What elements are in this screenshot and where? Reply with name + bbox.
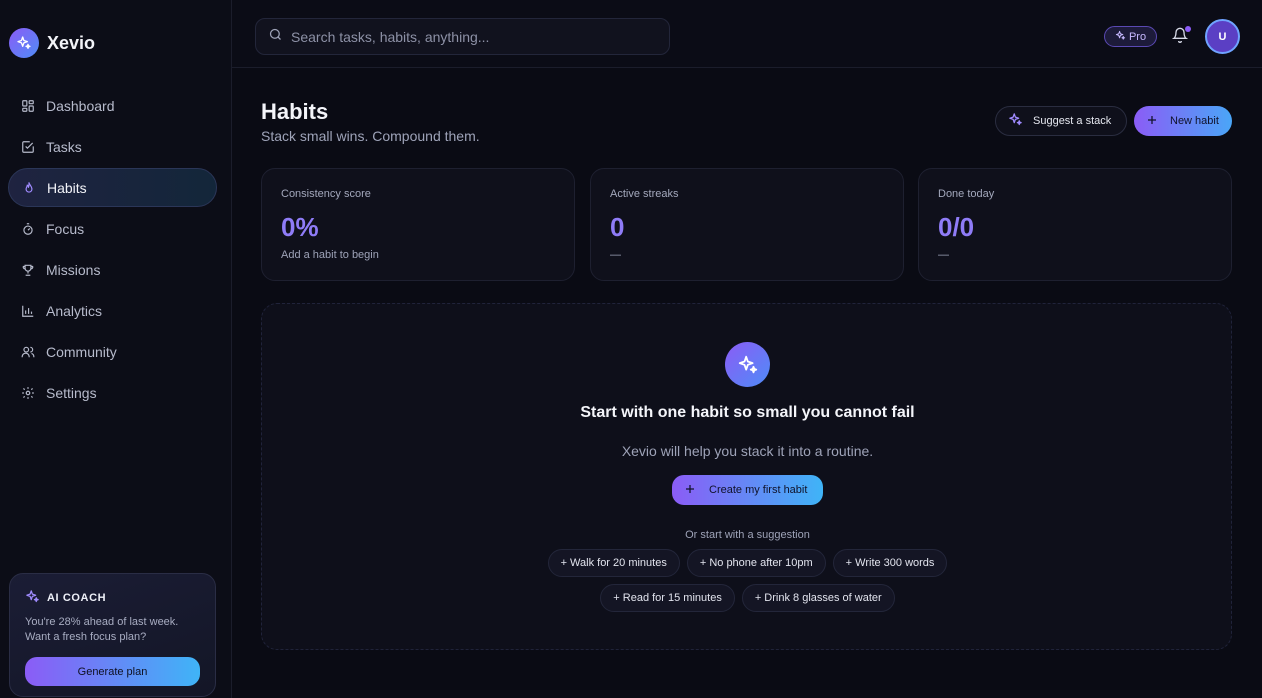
brand-name: Xevio bbox=[47, 32, 96, 53]
suggest-stack-label: Suggest a stack bbox=[1033, 115, 1112, 127]
ai-coach-line-2: Want a fresh focus plan? bbox=[25, 631, 147, 643]
stat-value: 0% bbox=[281, 212, 319, 242]
sidebar-item-label: Settings bbox=[46, 384, 97, 401]
sidebar-item-missions[interactable]: Missions bbox=[8, 250, 217, 289]
pro-label: Pro bbox=[1128, 30, 1147, 43]
plus-icon bbox=[1146, 114, 1158, 129]
sparkle-icon bbox=[725, 342, 770, 387]
app-root: Xevio Dashboard Tasks Habits Focus Missi… bbox=[0, 0, 1262, 698]
sidebar-item-label: Missions bbox=[46, 261, 101, 278]
stat-note: — bbox=[938, 249, 949, 261]
stat-card-consistency: Consistency score 0% Add a habit to begi… bbox=[261, 168, 575, 281]
new-habit-label: New habit bbox=[1170, 115, 1219, 127]
stat-note: — bbox=[610, 249, 621, 261]
stat-label: Consistency score bbox=[281, 188, 371, 200]
sidebar-nav: Dashboard Tasks Habits Focus Missions An… bbox=[8, 86, 217, 414]
suggest-stack-button[interactable]: Suggest a stack bbox=[995, 106, 1127, 136]
pro-badge[interactable]: Pro bbox=[1104, 26, 1157, 47]
create-first-habit-button[interactable]: Create my first habit bbox=[672, 475, 823, 505]
sidebar-item-community[interactable]: Community bbox=[8, 332, 217, 371]
sidebar-item-label: Tasks bbox=[46, 138, 82, 155]
empty-state-panel: Start with one habit so small you cannot… bbox=[261, 303, 1232, 650]
sidebar-item-settings[interactable]: Settings bbox=[8, 373, 217, 412]
ai-coach-line-1: You're 28% ahead of last week. bbox=[25, 616, 179, 628]
ai-coach-header: AI COACH bbox=[25, 589, 200, 607]
stat-card-streaks: Active streaks 0 — bbox=[590, 168, 904, 281]
sidebar-item-label: Dashboard bbox=[46, 97, 115, 114]
sidebar-item-label: Focus bbox=[46, 220, 85, 237]
search-box[interactable] bbox=[255, 18, 670, 55]
avatar[interactable]: U bbox=[1205, 19, 1240, 54]
stat-value: 0 bbox=[610, 212, 625, 242]
stat-card-done-today: Done today 0/0 — bbox=[918, 168, 1232, 281]
ai-coach-message: You're 28% ahead of last week. Want a fr… bbox=[25, 615, 200, 645]
sidebar-item-label: Analytics bbox=[46, 302, 103, 319]
generate-plan-button[interactable]: Generate plan bbox=[25, 657, 200, 686]
trophy-icon bbox=[20, 262, 36, 278]
top-bar: Pro U bbox=[232, 0, 1262, 68]
sidebar-item-dashboard[interactable]: Dashboard bbox=[8, 86, 217, 125]
suggestion-row: + Read for 15 minutes + Drink 8 glasses … bbox=[262, 584, 1233, 612]
create-first-habit-label: Create my first habit bbox=[709, 484, 808, 496]
ai-coach-card: AI COACH You're 28% ahead of last week. … bbox=[9, 573, 216, 697]
grid-icon bbox=[20, 98, 36, 114]
suggestion-row: + Walk for 20 minutes + No phone after 1… bbox=[262, 549, 1233, 577]
search-input[interactable] bbox=[291, 28, 669, 45]
users-icon bbox=[20, 344, 36, 360]
bar-chart-icon bbox=[20, 303, 36, 319]
sparkle-icon bbox=[1008, 112, 1023, 130]
empty-state-title: Start with one habit so small you cannot… bbox=[580, 404, 915, 421]
sidebar-item-label: Community bbox=[46, 343, 117, 360]
sidebar-item-habits[interactable]: Habits bbox=[8, 168, 217, 207]
bell-icon bbox=[1171, 27, 1189, 47]
page-subtitle: Stack small wins. Compound them. bbox=[261, 128, 480, 144]
suggestion-prompt: Or start with a suggestion bbox=[685, 529, 810, 541]
page-title: Habits bbox=[261, 99, 329, 124]
stat-value: 0/0 bbox=[938, 212, 975, 242]
suggestion-chip[interactable]: + Walk for 20 minutes bbox=[547, 549, 680, 577]
sidebar-item-tasks[interactable]: Tasks bbox=[8, 127, 217, 166]
stat-label: Active streaks bbox=[610, 188, 679, 200]
sidebar-item-analytics[interactable]: Analytics bbox=[8, 291, 217, 330]
plus-icon bbox=[684, 483, 696, 498]
suggestion-chip[interactable]: + Write 300 words bbox=[832, 549, 948, 577]
gear-icon bbox=[20, 385, 36, 401]
sparkle-logo-icon bbox=[9, 28, 39, 58]
ai-coach-title: AI COACH bbox=[47, 592, 107, 604]
notification-dot bbox=[1185, 26, 1191, 32]
sidebar-item-focus[interactable]: Focus bbox=[8, 209, 217, 248]
timer-icon bbox=[20, 221, 36, 237]
stat-note: Add a habit to begin bbox=[281, 249, 379, 261]
sidebar: Xevio Dashboard Tasks Habits Focus Missi… bbox=[0, 0, 232, 698]
search-icon bbox=[268, 27, 283, 47]
sidebar-item-label: Habits bbox=[47, 179, 87, 196]
stat-label: Done today bbox=[938, 188, 995, 200]
suggestion-chip[interactable]: + Read for 15 minutes bbox=[600, 584, 735, 612]
new-habit-button[interactable]: New habit bbox=[1134, 106, 1232, 136]
sparkle-icon bbox=[25, 589, 40, 607]
notifications-button[interactable] bbox=[1171, 26, 1191, 47]
flame-icon bbox=[21, 180, 37, 196]
suggestion-chip[interactable]: + Drink 8 glasses of water bbox=[741, 584, 895, 612]
empty-state-subtitle: Xevio will help you stack it into a rout… bbox=[621, 443, 874, 459]
suggestion-chip[interactable]: + No phone after 10pm bbox=[686, 549, 826, 577]
sparkle-icon bbox=[1115, 30, 1126, 44]
checkbox-icon bbox=[20, 139, 36, 155]
brand[interactable]: Xevio bbox=[9, 28, 95, 58]
